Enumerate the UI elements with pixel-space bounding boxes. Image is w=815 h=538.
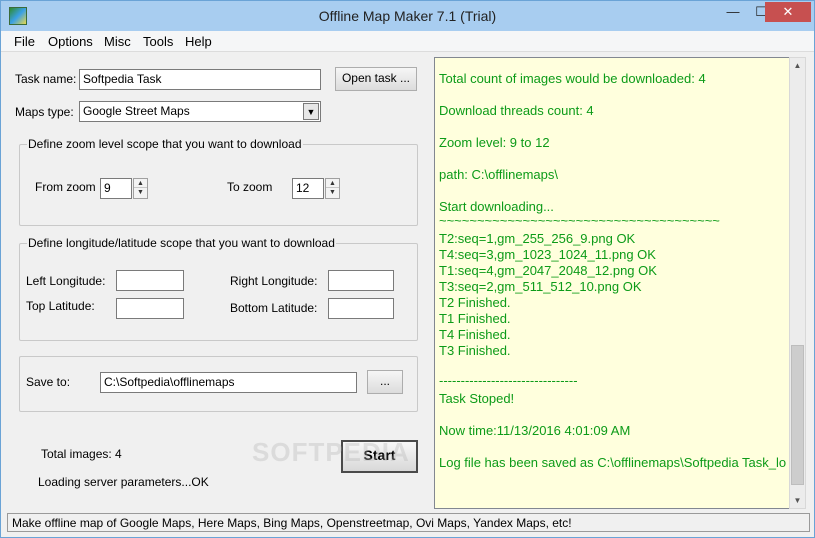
task-name-field[interactable]: Softpedia Task: [79, 69, 321, 90]
log-line: path: C:\offlinemaps\: [439, 167, 558, 182]
open-task-button[interactable]: Open task ...: [335, 67, 417, 91]
from-zoom-field[interactable]: 9: [100, 178, 132, 199]
window-title: Offline Map Maker 7.1 (Trial): [318, 8, 497, 24]
stepper-down-icon[interactable]: ▼: [134, 188, 147, 197]
chevron-down-icon[interactable]: ▼: [303, 103, 319, 120]
maps-type-value: Google Street Maps: [83, 104, 190, 118]
to-zoom-stepper[interactable]: ▲ ▼: [325, 178, 340, 199]
log-scrollbar[interactable]: ▲ ▼: [789, 57, 806, 509]
log-line: T3:seq=2,gm_511_512_10.png OK: [439, 279, 642, 294]
scroll-down-icon[interactable]: ▼: [790, 493, 805, 508]
log-line: T1 Finished.: [439, 311, 511, 326]
top-latitude-label: Top Latitude:: [26, 299, 95, 313]
top-latitude-field[interactable]: [116, 298, 184, 319]
save-group: Save to: C:\Softpedia\offlinemaps ...: [19, 356, 418, 412]
right-longitude-label: Right Longitude:: [230, 274, 318, 288]
log-line: Now time:11/13/2016 4:01:09 AM: [439, 423, 631, 438]
log-line: ~~~~~~~~~~~~~~~~~~~~~~~~~~~~~~~~~~~~~: [439, 213, 720, 228]
log-line: T4:seq=3,gm_1023_1024_11.png OK: [439, 247, 656, 262]
stepper-up-icon[interactable]: ▲: [134, 179, 147, 188]
menu-options[interactable]: Options: [48, 34, 93, 49]
log-line: Log file has been saved as C:\offlinemap…: [439, 455, 787, 470]
menu-bar: File Options Misc Tools Help: [1, 31, 814, 52]
right-longitude-field[interactable]: [328, 270, 394, 291]
stepper-up-icon[interactable]: ▲: [326, 179, 339, 188]
scroll-up-icon[interactable]: ▲: [790, 58, 805, 73]
log-line: Start downloading...: [439, 199, 554, 214]
log-line: Download threads count: 4: [439, 103, 594, 118]
loading-status-text: Loading server parameters...OK: [38, 475, 209, 489]
log-output[interactable]: Total count of images would be downloade…: [434, 57, 805, 509]
menu-help[interactable]: Help: [185, 34, 212, 49]
app-window: Offline Map Maker 7.1 (Trial) — ☐ ✕ File…: [0, 0, 815, 538]
log-line: T2 Finished.: [439, 295, 511, 310]
left-longitude-field[interactable]: [116, 270, 184, 291]
from-zoom-label: From zoom: [35, 180, 96, 194]
maps-type-select[interactable]: Google Street Maps ▼: [79, 101, 321, 122]
to-zoom-label: To zoom: [227, 180, 273, 194]
log-line: T3 Finished.: [439, 343, 511, 358]
log-line: T2:seq=1,gm_255_256_9.png OK: [439, 231, 636, 246]
status-bar: Make offline map of Google Maps, Here Ma…: [7, 513, 810, 532]
coords-group-title: Define longitude/latitude scope that you…: [27, 236, 336, 250]
softpedia-watermark: SOFTPEDIA: [252, 437, 410, 467]
browse-button[interactable]: ...: [367, 370, 403, 394]
log-line: T4 Finished.: [439, 327, 511, 342]
log-line: Zoom level: 9 to 12: [439, 135, 550, 150]
zoom-group: Define zoom level scope that you want to…: [19, 137, 418, 226]
title-bar[interactable]: Offline Map Maker 7.1 (Trial) — ☐ ✕: [1, 1, 814, 31]
minimize-button[interactable]: —: [719, 2, 747, 22]
to-zoom-field[interactable]: 12: [292, 178, 324, 199]
bottom-latitude-field[interactable]: [328, 298, 394, 319]
close-button[interactable]: ✕: [765, 2, 811, 22]
total-images-text: Total images: 4: [41, 447, 122, 461]
log-line: T1:seq=4,gm_2047_2048_12.png OK: [439, 263, 657, 278]
stepper-down-icon[interactable]: ▼: [326, 188, 339, 197]
task-name-label: Task name:: [15, 72, 77, 86]
left-longitude-label: Left Longitude:: [26, 274, 106, 288]
save-path-field[interactable]: C:\Softpedia\offlinemaps: [100, 372, 357, 393]
log-line: Task Stoped!: [439, 391, 515, 406]
log-line: --------------------------------: [439, 373, 578, 388]
log-line: Total count of images would be downloade…: [439, 71, 706, 86]
bottom-latitude-label: Bottom Latitude:: [230, 301, 318, 315]
menu-misc[interactable]: Misc: [104, 34, 131, 49]
maps-type-label: Maps type:: [15, 105, 74, 119]
zoom-group-title: Define zoom level scope that you want to…: [27, 137, 303, 151]
save-to-label: Save to:: [26, 375, 71, 389]
from-zoom-stepper[interactable]: ▲ ▼: [133, 178, 148, 199]
coords-group: Define longitude/latitude scope that you…: [19, 236, 418, 341]
menu-file[interactable]: File: [14, 34, 35, 49]
scroll-thumb[interactable]: [791, 345, 804, 485]
menu-tools[interactable]: Tools: [143, 34, 173, 49]
